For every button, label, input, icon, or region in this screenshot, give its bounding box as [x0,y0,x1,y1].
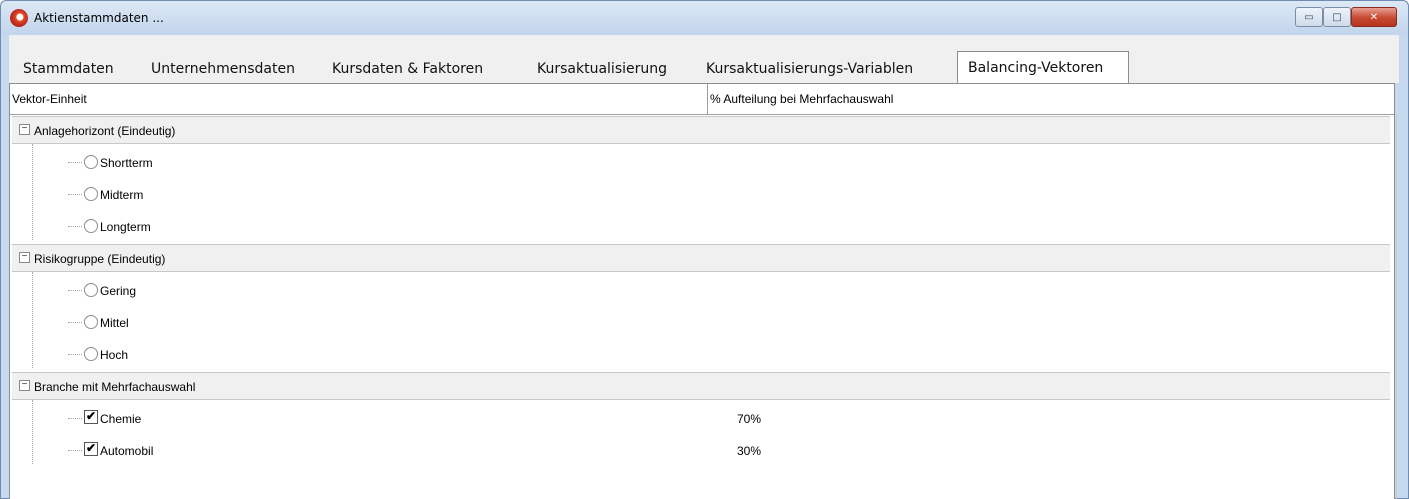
tab-stammdaten[interactable]: Stammdaten [23,55,114,83]
item-label: Shortterm [100,156,153,170]
collapse-toggle-icon[interactable]: − [19,124,30,135]
list-item-longterm[interactable]: Longterm [12,210,1390,242]
item-label: Mittel [100,316,129,330]
tree-branch [68,322,82,323]
group-label: Risikogruppe (Eindeutig) [34,252,166,266]
list-item-shortterm[interactable]: Shortterm [12,146,1390,178]
maximize-button[interactable]: □ [1323,7,1351,27]
tab-strip: Stammdaten Unternehmensdaten Kursdaten &… [9,35,1399,83]
group-label: Anlagehorizont (Eindeutig) [34,124,176,138]
radio-gering[interactable] [84,283,98,297]
list-item-gering[interactable]: Gering [12,274,1390,306]
item-label: Longterm [100,220,151,234]
tree-branch [68,226,82,227]
grid-right-edge [1396,114,1397,499]
collapse-toggle-icon[interactable]: − [19,380,30,391]
tab-kursdaten-faktoren[interactable]: Kursdaten & Faktoren [332,55,483,83]
radio-hoch[interactable] [84,347,98,361]
item-label: Midterm [100,188,144,202]
radio-mittel[interactable] [84,315,98,329]
radio-shortterm[interactable] [84,155,98,169]
tab-balancing-vektoren[interactable]: Balancing-Vektoren [957,51,1129,83]
list-item-hoch[interactable]: Hoch [12,338,1390,370]
tree-branch [68,354,82,355]
checkbox-automobil[interactable]: ✔ [84,442,98,456]
app-window: Aktienstammdaten ... ▭ □ ✕ Stammdaten Un… [0,0,1409,499]
tab-unternehmensdaten[interactable]: Unternehmensdaten [151,55,295,83]
balancing-grid: Vektor-Einheit % Aufteilung bei Mehrfach… [9,83,1397,499]
checkbox-chemie[interactable]: ✔ [84,410,98,424]
list-item-mittel[interactable]: Mittel [12,306,1390,338]
tree-branch [68,418,82,419]
group-row-risikogruppe[interactable]: − Risikogruppe (Eindeutig) [12,244,1390,272]
tree-branch [68,162,82,163]
collapse-toggle-icon[interactable]: − [19,252,30,263]
close-button[interactable]: ✕ [1351,7,1397,27]
minimize-button[interactable]: ▭ [1295,7,1323,27]
percent-value[interactable]: 70% [737,412,761,426]
list-item-chemie[interactable]: ✔ Chemie 70% [12,402,1390,434]
column-header-vektor-einheit[interactable]: Vektor-Einheit [12,92,87,106]
list-item-midterm[interactable]: Midterm [12,178,1390,210]
radio-longterm[interactable] [84,219,98,233]
percent-value[interactable]: 30% [737,444,761,458]
item-label: Chemie [100,412,142,426]
item-label: Hoch [100,348,129,362]
title-bar[interactable]: Aktienstammdaten ... ▭ □ ✕ [1,1,1408,35]
grid-header: Vektor-Einheit % Aufteilung bei Mehrfach… [10,84,1394,115]
group-label: Branche mit Mehrfachauswahl [34,380,196,394]
item-label: Automobil [100,444,154,458]
tab-kursaktualisierung[interactable]: Kursaktualisierung [537,55,667,83]
app-logo-icon [10,9,28,27]
item-label: Gering [100,284,137,298]
column-header-aufteilung[interactable]: % Aufteilung bei Mehrfachauswahl [710,92,893,106]
group-row-anlagehorizont[interactable]: − Anlagehorizont (Eindeutig) [12,116,1390,144]
column-divider[interactable] [707,84,708,114]
window-title: Aktienstammdaten ... [34,11,164,25]
tree-branch [68,290,82,291]
tree-branch [68,194,82,195]
tree-branch [68,450,82,451]
list-item-automobil[interactable]: ✔ Automobil 30% [12,434,1390,466]
tab-kursaktualisierungs-variablen[interactable]: Kursaktualisierungs-Variablen [706,55,913,83]
group-row-branche[interactable]: − Branche mit Mehrfachauswahl [12,372,1390,400]
radio-midterm[interactable] [84,187,98,201]
